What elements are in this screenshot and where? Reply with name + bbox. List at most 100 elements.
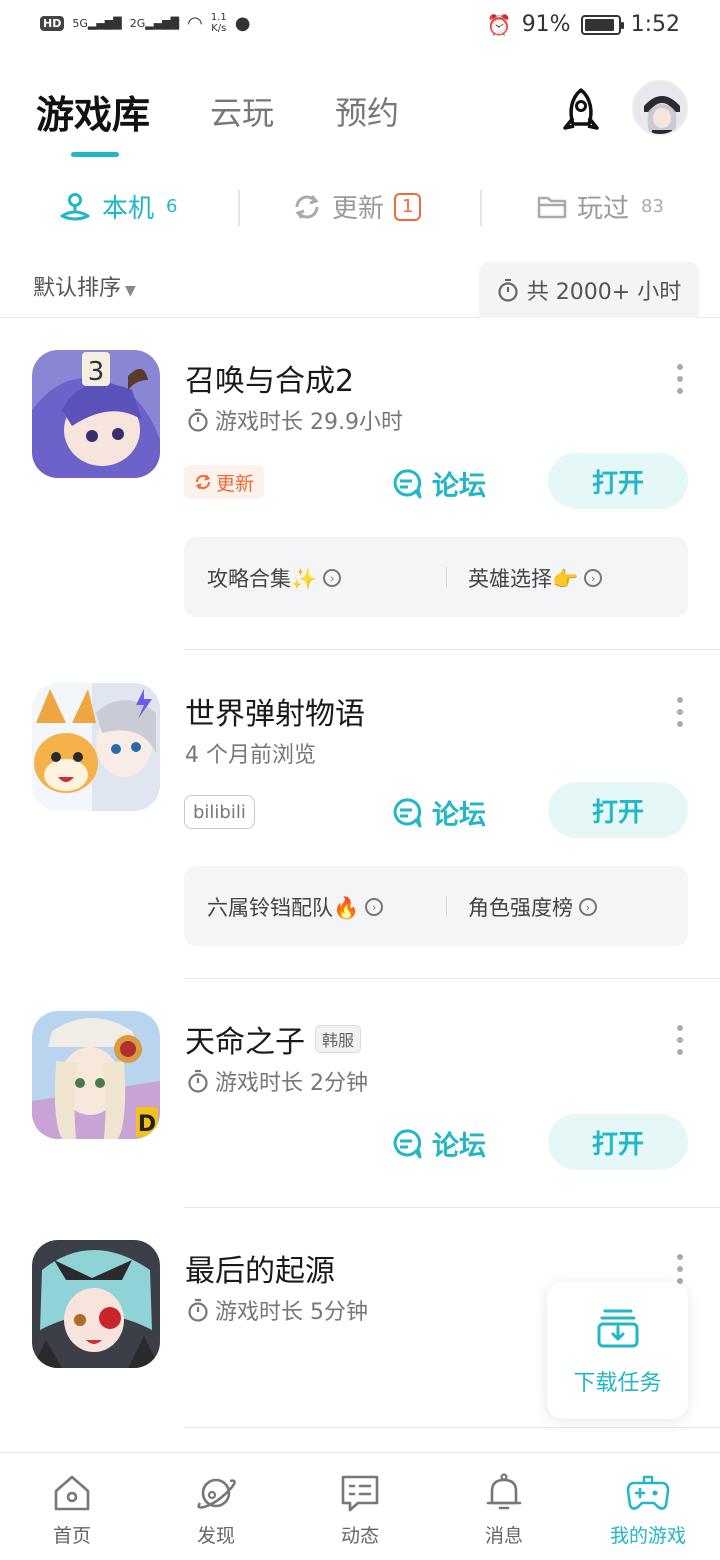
wifi-icon: ◠: [187, 12, 203, 34]
game-item[interactable]: D 天命之子 韩服 游戏时长 2分钟 论坛 打开: [0, 1011, 720, 1208]
caret-down-icon: ▼: [125, 283, 136, 299]
game-icon-world-flipper[interactable]: [32, 683, 160, 811]
subtab-update-label: 更新: [332, 194, 385, 224]
update-tag-text: 更新: [216, 472, 255, 495]
subtab-played-count: 83: [641, 196, 664, 217]
open-button[interactable]: 打开: [548, 453, 688, 509]
folder-icon: [537, 196, 567, 218]
status-bar: HD 5G▂▄▆█ 2G▂▄▆█ ◠ 1.1 K/s ● ⏰ 91% 1:52: [0, 0, 720, 56]
battery-percent: 91%: [521, 12, 571, 37]
rocket-icon[interactable]: [553, 84, 609, 140]
nav-home[interactable]: 首页: [22, 1471, 122, 1548]
forum-label: 论坛: [432, 800, 486, 831]
subtab-played-label: 玩过: [577, 194, 630, 224]
bell-icon: [486, 1473, 522, 1510]
tab-reservation[interactable]: 预约: [335, 88, 399, 134]
region-tag: 韩服: [315, 1025, 362, 1053]
game-item[interactable]: 世界弹射物语 4 个月前浏览 bilibili 论坛 打开 六属铃铛配队🔥 › …: [0, 683, 720, 979]
sim2-signal-icon: 2G▂▄▆█: [129, 16, 180, 30]
nav-feed-label: 动态: [340, 1525, 379, 1547]
game-title[interactable]: 天命之子 韩服: [185, 1017, 362, 1061]
sim1-signal-icon: 5G▂▄▆█: [72, 16, 122, 30]
game-quick-links: 六属铃铛配队🔥 › 角色强度榜 ›: [184, 866, 688, 946]
nav-messages[interactable]: 消息: [454, 1471, 554, 1548]
game-title[interactable]: 召唤与合成2: [185, 356, 354, 400]
subtab-played[interactable]: 玩过 83: [537, 188, 664, 225]
game-icon-last-origin[interactable]: [32, 1240, 160, 1368]
nav-feed[interactable]: 动态: [310, 1471, 410, 1548]
game-title[interactable]: 世界弹射物语: [185, 689, 365, 733]
timer-icon: [498, 278, 518, 302]
net-speed: 1.1 K/s: [211, 12, 227, 34]
forum-button[interactable]: 论坛: [390, 1124, 486, 1163]
message-icon: [341, 1475, 379, 1512]
battery-icon: [580, 14, 624, 35]
nav-discover-label: 发现: [196, 1525, 235, 1547]
subtab-local[interactable]: 本机 6: [58, 188, 177, 225]
update-tag: 更新: [184, 465, 265, 499]
refresh-icon: [195, 474, 211, 490]
battery-fill: [584, 18, 614, 31]
forum-label: 论坛: [432, 1131, 486, 1162]
game-playtime: 游戏时长 29.9小时: [187, 404, 403, 436]
subtab-update[interactable]: 更新 1: [292, 188, 422, 225]
game-icon-destiny-child[interactable]: D: [32, 1011, 160, 1139]
game-last-viewed: 4 个月前浏览: [185, 737, 316, 769]
user-avatar[interactable]: [632, 80, 688, 136]
game-playtime-text: 游戏时长 29.9小时: [215, 410, 403, 435]
quick-link-text: 角色强度榜: [468, 896, 573, 920]
nav-messages-label: 消息: [484, 1525, 523, 1547]
more-options-icon[interactable]: [672, 697, 688, 727]
svg-text:3: 3: [88, 357, 105, 387]
more-options-icon[interactable]: [672, 1254, 688, 1284]
game-last-viewed-text: 4 个月前浏览: [185, 743, 316, 768]
more-options-icon[interactable]: [672, 1025, 688, 1055]
quick-link-divider: [446, 896, 447, 916]
subtab-local-count: 6: [166, 196, 178, 217]
sim1-label: 5G: [72, 16, 88, 30]
subtab-divider: [480, 190, 482, 226]
planet-icon: [197, 1478, 236, 1509]
tab-game-library[interactable]: 游戏库: [36, 84, 150, 139]
open-button[interactable]: 打开: [548, 782, 688, 838]
sim2-label: 2G: [129, 16, 146, 30]
home-icon: [54, 1475, 90, 1511]
tab-cloud-play[interactable]: 云玩: [210, 88, 274, 134]
forum-icon: [393, 468, 422, 498]
total-playtime: 共 2000+ 小时: [479, 262, 699, 318]
download-tasks-button[interactable]: 下载任务: [547, 1282, 688, 1419]
chevron-right-icon: ›: [584, 569, 603, 587]
quick-link-text: 六属铃铛配队🔥: [207, 896, 360, 920]
bilibili-tag: bilibili: [184, 795, 255, 829]
list-divider: [184, 1207, 720, 1208]
chevron-right-icon: ›: [579, 898, 597, 916]
timer-icon: [188, 1069, 208, 1093]
forum-button[interactable]: 论坛: [390, 464, 486, 503]
quick-link[interactable]: 角色强度榜 ›: [468, 892, 597, 922]
forum-button[interactable]: 论坛: [390, 793, 486, 832]
game-title-text: 召唤与合成2: [185, 364, 355, 399]
subtab-divider: [238, 190, 240, 226]
game-title-text: 天命之子: [185, 1025, 305, 1060]
nav-home-label: 首页: [52, 1525, 91, 1547]
list-divider: [184, 978, 720, 979]
forum-icon: [393, 1128, 422, 1158]
game-icon-summon-merge[interactable]: 3: [32, 350, 160, 478]
net-speed-unit: K/s: [211, 23, 227, 34]
status-right: ⏰ 91% 1:52: [487, 12, 680, 37]
more-options-icon[interactable]: [672, 364, 688, 394]
download-tray-icon: [597, 1309, 638, 1347]
open-button[interactable]: 打开: [548, 1114, 688, 1170]
quick-link[interactable]: 英雄选择👉 ›: [468, 563, 603, 593]
game-title[interactable]: 最后的起源: [185, 1246, 335, 1290]
game-playtime-text: 游戏时长 5分钟: [215, 1300, 368, 1325]
forum-icon: [393, 797, 422, 827]
game-item[interactable]: 3 召唤与合成2 游戏时长 29.9小时 更新 论坛 打开 攻略合集✨ › 英雄…: [0, 350, 720, 650]
nav-discover[interactable]: 发现: [166, 1471, 266, 1548]
quick-link[interactable]: 攻略合集✨ ›: [207, 563, 342, 593]
game-playtime-text: 游戏时长 2分钟: [215, 1071, 368, 1096]
sort-dropdown[interactable]: 默认排序 ▼: [33, 270, 136, 302]
game-playtime: 游戏时长 5分钟: [187, 1294, 368, 1326]
nav-my-games[interactable]: 我的游戏: [598, 1471, 698, 1548]
quick-link[interactable]: 六属铃铛配队🔥 ›: [207, 892, 384, 922]
